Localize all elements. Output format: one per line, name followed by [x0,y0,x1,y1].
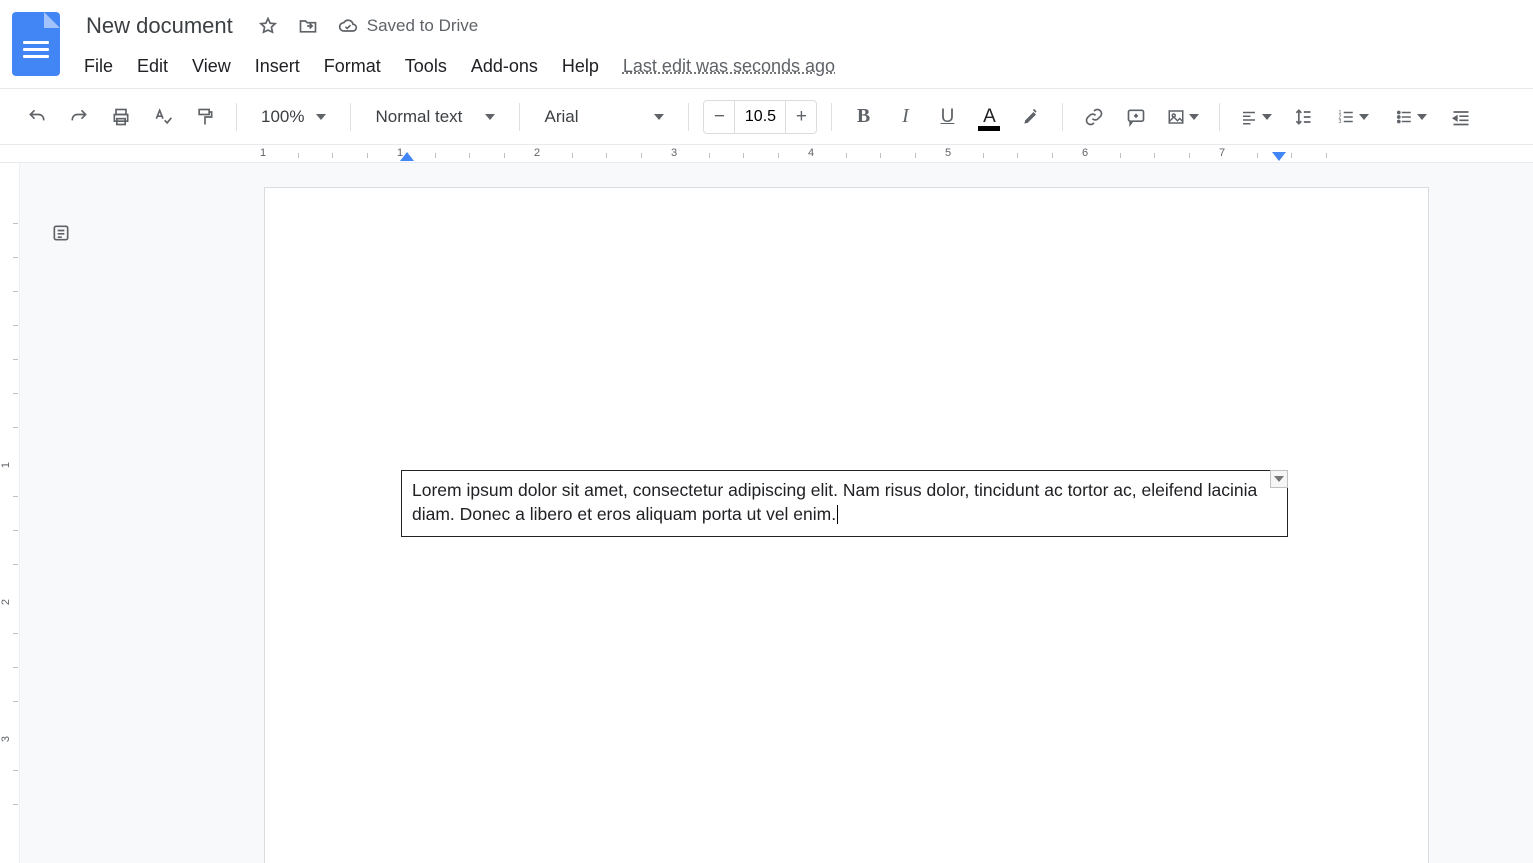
add-comment-button[interactable] [1119,100,1153,134]
bulleted-list-button[interactable] [1386,100,1436,134]
star-icon[interactable] [257,15,279,37]
ruler-label: 2 [534,147,540,159]
horizontal-ruler[interactable]: 1 1 2 3 4 5 6 7 [0,145,1533,163]
menu-tools[interactable]: Tools [405,56,447,77]
redo-button[interactable] [62,100,96,134]
chevron-down-icon [485,114,495,120]
separator [350,103,351,131]
text-color-button[interactable]: A [972,100,1006,134]
menu-help[interactable]: Help [562,56,599,77]
text-box-menu-handle[interactable] [1270,470,1288,488]
ruler-label: 6 [1082,147,1088,159]
separator [831,103,832,131]
numbered-list-button[interactable]: 123 [1328,100,1378,134]
text-box[interactable]: Lorem ipsum dolor sit amet, consectetur … [401,470,1288,537]
separator [1219,103,1220,131]
save-status: Saved to Drive [337,15,479,37]
separator [236,103,237,131]
text-box-content[interactable]: Lorem ipsum dolor sit amet, consectetur … [412,480,1257,524]
chevron-down-icon [1262,114,1272,120]
cloud-check-icon [337,15,359,37]
paint-format-button[interactable] [188,100,222,134]
app-header: New document Saved to Drive File Edit Vi… [0,0,1533,89]
ruler-label: 1 [260,147,266,159]
left-indent-marker[interactable] [400,152,414,161]
vertical-ruler[interactable]: 1 2 3 [0,163,20,863]
save-status-text: Saved to Drive [367,16,479,36]
workspace: 1 2 3 Lorem ipsum dolor sit amet, consec… [0,163,1533,863]
chevron-down-icon [1274,476,1284,482]
document-outline-button[interactable] [44,216,78,250]
right-indent-marker[interactable] [1272,152,1286,161]
menu-addons[interactable]: Add-ons [471,56,538,77]
zoom-value: 100% [261,107,304,127]
insert-image-button[interactable] [1161,100,1205,134]
ruler-label: 4 [808,147,814,159]
line-spacing-button[interactable] [1286,100,1320,134]
font-dropdown[interactable]: Arial [534,100,674,134]
header-main: New document Saved to Drive File Edit Vi… [80,6,1521,88]
chevron-down-icon [1189,114,1199,120]
text-cursor [837,505,838,524]
menu-insert[interactable]: Insert [255,56,300,77]
font-size-decrease-button[interactable]: − [704,106,734,128]
toolbar: 100% Normal text Arial − + B I U A 123 [0,89,1533,145]
underline-button[interactable]: U [930,100,964,134]
print-button[interactable] [104,100,138,134]
spellcheck-button[interactable] [146,100,180,134]
separator [688,103,689,131]
docs-logo-icon[interactable] [12,12,60,76]
bold-button[interactable]: B [846,100,880,134]
insert-link-button[interactable] [1077,100,1111,134]
ruler-label: 3 [671,147,677,159]
decrease-indent-button[interactable] [1444,100,1478,134]
highlight-color-button[interactable] [1014,100,1048,134]
font-size-increase-button[interactable]: + [786,106,816,128]
separator [1062,103,1063,131]
ruler-label: 7 [1219,147,1225,159]
separator [519,103,520,131]
menu-file[interactable]: File [84,56,113,77]
menu-edit[interactable]: Edit [137,56,168,77]
last-edit-link[interactable]: Last edit was seconds ago [623,56,835,77]
document-title-input[interactable]: New document [80,11,239,41]
font-size-control: − + [703,100,817,134]
menu-bar: File Edit View Insert Format Tools Add-o… [80,46,1521,86]
italic-button[interactable]: I [888,100,922,134]
align-button[interactable] [1234,100,1278,134]
paragraph-style-dropdown[interactable]: Normal text [365,100,505,134]
chevron-down-icon [654,114,664,120]
chevron-down-icon [1359,114,1369,120]
title-row: New document Saved to Drive [80,6,1521,46]
menu-view[interactable]: View [192,56,231,77]
undo-button[interactable] [20,100,54,134]
menu-format[interactable]: Format [324,56,381,77]
font-value: Arial [544,107,578,127]
move-folder-icon[interactable] [297,15,319,37]
chevron-down-icon [316,114,326,120]
zoom-dropdown[interactable]: 100% [251,100,336,134]
font-size-input[interactable] [734,101,786,133]
style-value: Normal text [375,107,462,127]
document-page[interactable]: Lorem ipsum dolor sit amet, consectetur … [264,187,1429,863]
svg-text:3: 3 [1339,119,1342,125]
ruler-label: 5 [945,147,951,159]
chevron-down-icon [1417,114,1427,120]
